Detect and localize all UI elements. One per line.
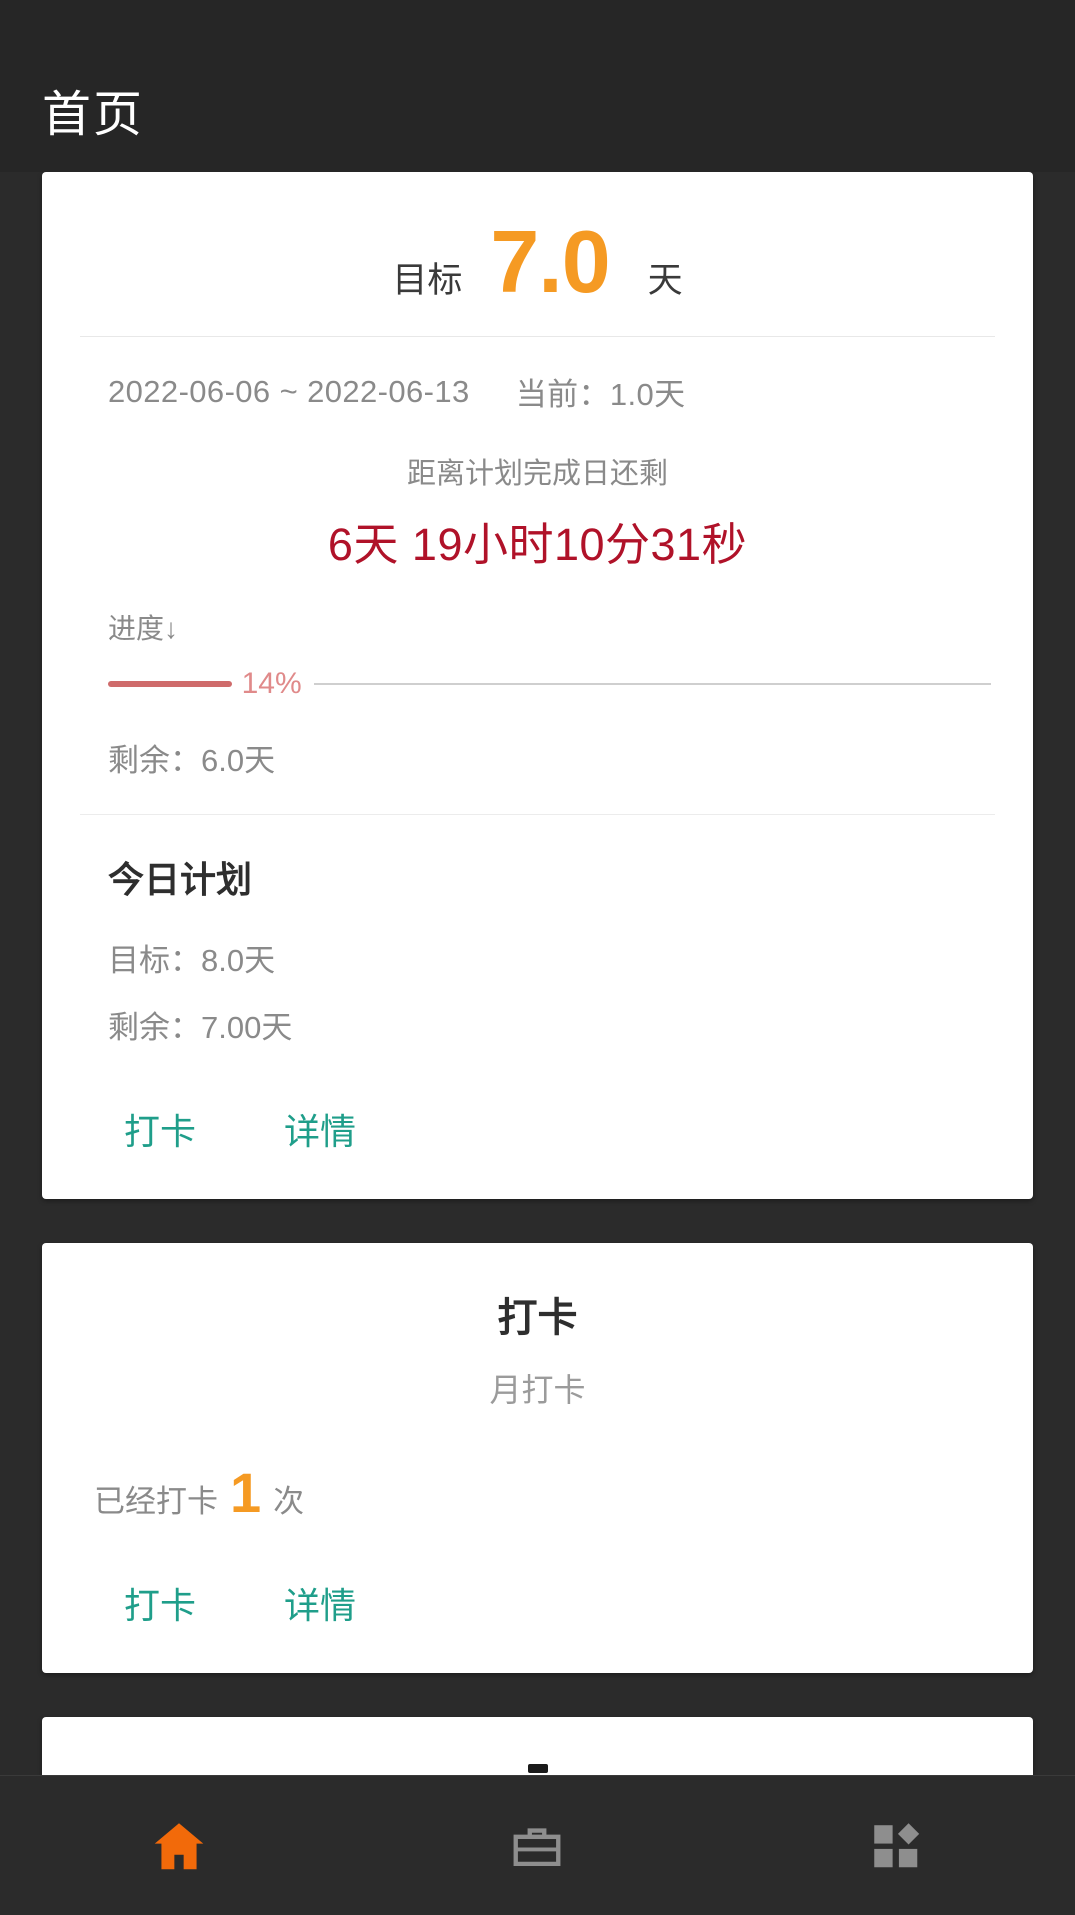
nav-item-apps[interactable] [717,1776,1075,1915]
goal-label: 目标 [392,261,463,300]
nav-item-home[interactable] [0,1776,358,1915]
plan-detail-button[interactable]: 详情 [262,1097,378,1161]
progress-bar: 14% [108,667,1013,701]
countdown-value: 6天 19小时10分31秒 [327,519,748,570]
apps-grid-icon [874,1822,920,1867]
progress-percent-text: 14% [241,667,302,700]
progress-label: 进度↓ [108,613,179,644]
checkin-card: 打卡 月打卡 已经打卡 1 次 打卡 详情 [42,1243,1033,1673]
countdown-caption: 距离计划完成日还剩 [406,458,668,490]
checkin-card-subtitle: 月打卡 [489,1372,586,1408]
bottom-navigation [0,1775,1075,1915]
date-range: 2022-06-06 ~ 2022-06-13 [108,373,470,409]
date-row: 2022-06-06 ~ 2022-06-13 当前：1.0天 [42,337,1033,434]
plan-card-actions: 打卡 详情 [42,1047,1033,1199]
checkin-count-suffix: 次 [273,1484,305,1519]
checkin-checkin-button[interactable]: 打卡 [102,1571,218,1635]
plan-checkin-button[interactable]: 打卡 [102,1097,218,1161]
plan-remaining-text: 剩余：6.0天 [108,743,276,778]
checkin-count-prefix: 已经打卡 [94,1484,218,1519]
app-screen: 首页 目标 7.0 天 2022-06-06 ~ 2022-06-13 当前：1… [0,0,1075,1915]
checkin-card-title: 打卡 [497,1296,578,1340]
goal-value: 7.0 [490,212,610,311]
checkin-detail-button[interactable]: 详情 [262,1571,378,1635]
home-icon [154,1822,204,1869]
goal-unit: 天 [647,261,683,300]
page-title: 首页 [42,88,145,142]
today-plan-title: 今日计划 [108,859,253,900]
app-bar: 首页 [0,0,1075,172]
progress-bar-track [313,683,991,685]
goal-summary-row: 目标 7.0 天 [42,172,1033,336]
briefcase-icon [514,1827,561,1866]
scroll-content[interactable]: 目标 7.0 天 2022-06-06 ~ 2022-06-13 当前：1.0天… [0,172,1075,1775]
checkin-card-actions: 打卡 详情 [42,1521,1033,1673]
plan-card: 目标 7.0 天 2022-06-06 ~ 2022-06-13 当前：1.0天… [42,172,1033,1199]
nav-item-briefcase[interactable] [358,1776,716,1915]
progress-bar-fill [108,681,232,687]
current-progress-label: 当前：1.0天 [515,377,686,412]
checkin-count-value: 1 [230,1461,262,1524]
today-goal-text: 目标：8.0天 [108,943,276,978]
today-remaining-text: 剩余：7.00天 [108,1010,293,1045]
gesture-indicator [527,1764,548,1773]
checkin-count-row: 已经打卡 1 次 [42,1411,1033,1521]
progress-block: 进度↓ 14% [42,599,1033,701]
